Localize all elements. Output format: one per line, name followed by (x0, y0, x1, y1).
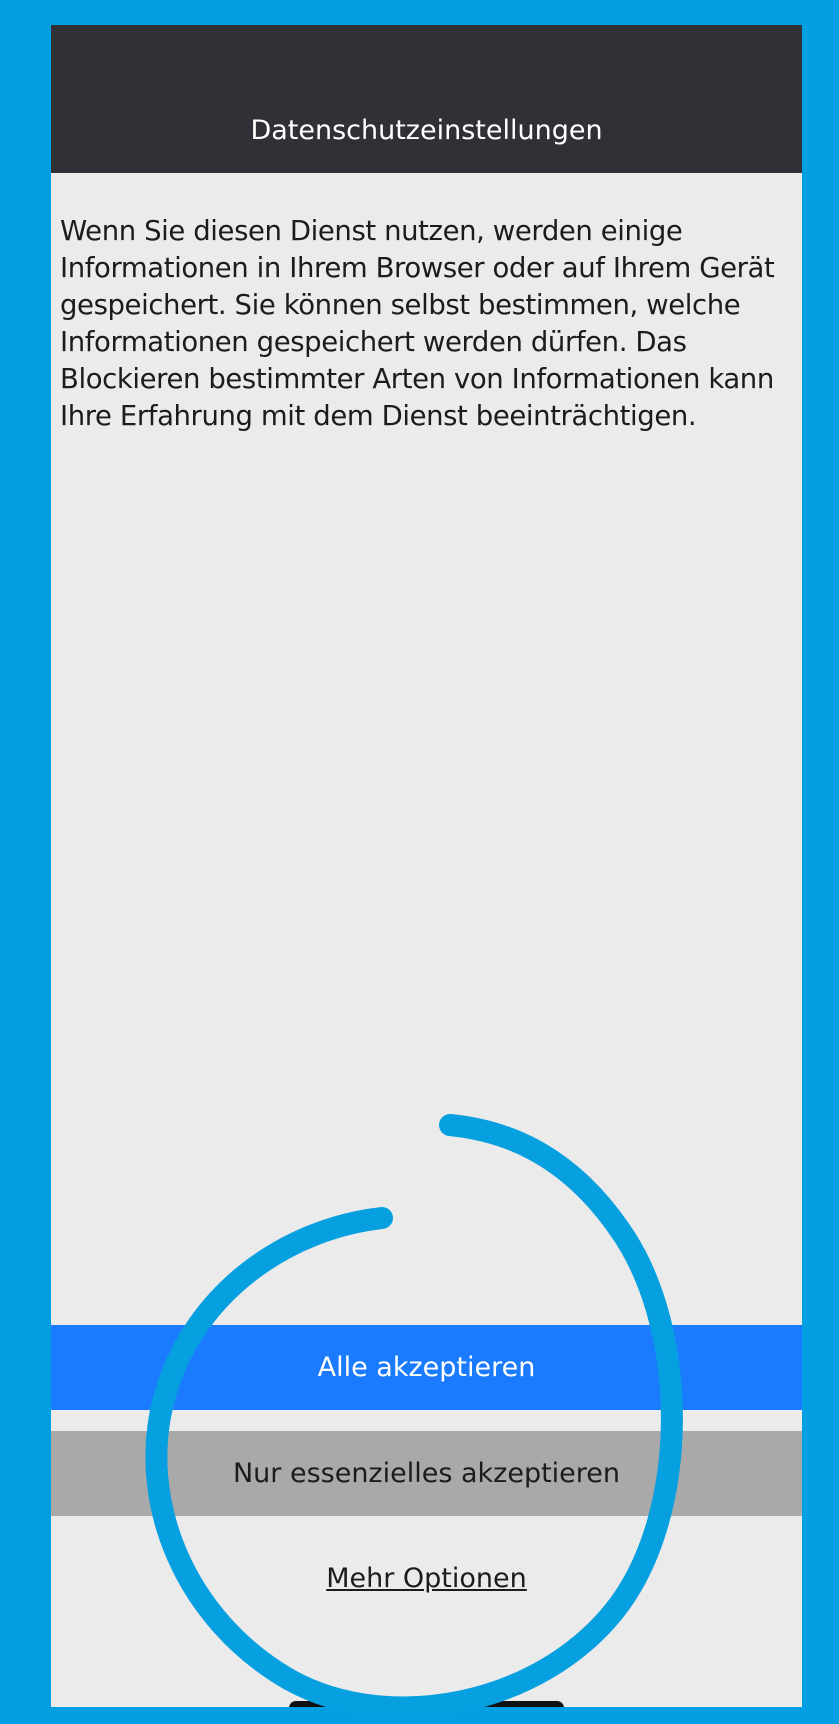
phone-screen: Datenschutzeinstellungen Wenn Sie diesen… (51, 25, 802, 1707)
accept-essential-button[interactable]: Nur essenzielles akzeptieren (51, 1431, 802, 1516)
highlight-frame: Datenschutzeinstellungen Wenn Sie diesen… (0, 0, 839, 1724)
more-options-link[interactable]: Mehr Optionen (51, 1563, 802, 1594)
dialog-header: Datenschutzeinstellungen (51, 25, 802, 173)
privacy-description: Wenn Sie diesen Dienst nutzen, werden ei… (60, 215, 775, 432)
accept-all-button[interactable]: Alle akzeptieren (51, 1325, 802, 1410)
home-indicator (289, 1701, 564, 1707)
page-title: Datenschutzeinstellungen (250, 115, 603, 146)
